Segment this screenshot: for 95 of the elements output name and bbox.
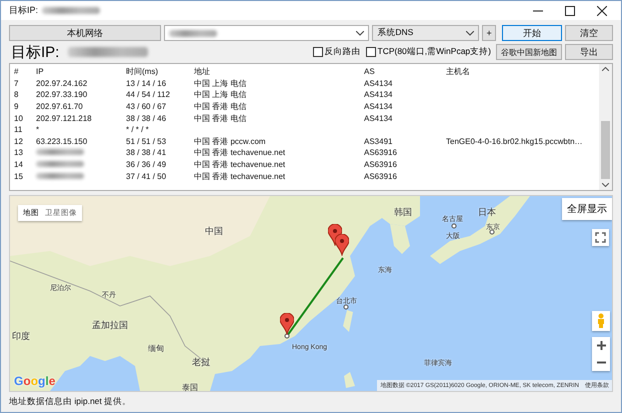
zoom-out-button[interactable] [592,354,610,371]
table-cell: AS4134 [364,102,392,112]
city-dot [344,304,348,310]
checkbox[interactable] [366,47,376,57]
table-cell-text: 202.97.33.190 [35,90,88,100]
scroll-up-icon[interactable] [602,67,609,71]
table-cell-text: 63.223.15.150 [35,136,88,146]
status-text: 地址数据信息由 ipip.net 提供。 [9,395,132,408]
city-dot [452,224,456,228]
window-title: 目标IP: [9,4,38,17]
map-place-label: 日本 [478,206,496,219]
map-place-label: 中国 [205,225,223,238]
map-place-label: 老挝 [192,356,210,369]
checkbox-label: 反向路由 [324,46,360,58]
table-cell: 中国 香港 techavenue.net [194,160,286,170]
city-dot [284,334,290,338]
table-cell-text: 43 / 60 / 67 [125,102,168,112]
table-cell-text: 44 / 54 / 112 [125,90,171,100]
table-cell: AS63916 [364,160,397,170]
table-cell: TenGE0-4-0-16.br02.hkg15.pccwbtn… [446,136,583,146]
map-place-label: 缅甸 [148,343,164,354]
checkbox[interactable] [312,47,322,57]
table-cell-text: 13 [13,148,24,158]
table-cell-text: 12 [13,136,24,146]
target-ip-label: 目标IP: [10,42,60,62]
caret-icon [466,30,474,36]
table-cell: 中国 香港 电信 [194,102,246,112]
table-cell-text: 11 [13,125,24,134]
city-dot [490,230,494,234]
table-cell: 中国 香港 电信 [194,114,246,123]
island-shape [344,372,355,388]
column-header[interactable]: 主机名 [444,66,599,78]
table-cell-text: 38 / 38 / 41 [125,148,168,158]
scroll-down-icon[interactable] [602,183,609,187]
table-cell-text: * [35,125,40,134]
table-cell: 中国 上海 电信 [194,78,246,88]
table-cell: AS3491 [364,136,392,146]
table-cell-text: 202.97.24.162 [35,78,88,88]
island-shape [343,310,353,332]
table-cell: AS4134 [364,90,392,100]
map-pin-icon [335,234,349,256]
column-header[interactable]: # [10,67,32,76]
map-button[interactable]: 谷歌中国新地图 [496,44,562,60]
table-cell: AS4134 [364,78,392,88]
table-cell-text: 8 [13,90,20,100]
redacted-text [42,7,100,14]
table-cell-text: * / * / * [125,125,150,134]
table-cell-text: 10 [13,114,24,123]
table-cell-text: 15 [13,172,24,181]
table-cell-text: 51 / 51 / 53 [125,136,168,146]
map-place-label: 孟加拉国 [92,319,128,332]
maximize-icon[interactable] [565,6,575,16]
map-place-label: 韩国 [394,206,412,219]
scrollbar[interactable] [599,64,612,190]
logo-text: Google [14,374,56,388]
caret-icon [356,30,364,36]
plus-icon [596,341,606,350]
table-cell: AS63916 [364,148,397,158]
column-header[interactable]: AS [360,67,444,76]
column-header[interactable]: 时间(ms) [122,66,190,78]
table-cell-text: 36 / 36 / 49 [125,160,168,170]
table-cell-text: 37 / 41 / 50 [125,172,168,181]
clear-button[interactable]: 清空 [565,25,613,41]
table-cell-text: 7 [13,78,20,88]
table-cell-text: 14 [13,160,24,170]
table-cell: AS4134 [364,114,392,123]
table-cell: 中国 上海 电信 [194,90,246,100]
add-button[interactable]: + [482,25,496,41]
close-icon[interactable] [597,6,607,16]
column-header[interactable]: 地址 [190,66,360,78]
export-button[interactable]: 导出 [565,44,613,60]
table-cell: 中国 香港 techavenue.net [194,172,286,181]
column-header[interactable]: IP [32,67,122,76]
peninsula-shape [390,224,410,254]
table-cell-text: 38 / 38 / 46 [125,114,168,123]
redacted-text [36,172,84,179]
fullscreen-button[interactable]: 全屏显示 [562,198,612,220]
table-cell-text: 13 / 14 / 16 [125,78,168,88]
zoom-in-button[interactable] [592,337,610,354]
table-cell: 中国 香港 pccw.com [194,136,266,146]
start-button[interactable]: 开始 [502,25,562,41]
redacted-text [36,161,84,168]
dns-combo[interactable]: 系统DNS [372,25,480,41]
fullscreen-icon[interactable] [592,229,609,246]
checkbox-label: TCP(80端口,需WinPcap支持) [378,46,491,58]
table-cell: AS63916 [364,172,397,181]
table-cell-text: 9 [13,102,20,112]
local-network-button[interactable]: 本机网络 [9,25,161,41]
table-cell: 中国 香港 techavenue.net [194,148,286,158]
map-place-label: 印度 [12,330,30,343]
table-cell-text: 202.97.121.218 [35,114,93,123]
map-pin-icon [280,313,294,335]
table-cell-text: 202.97.61.70 [35,102,84,112]
redacted-text [36,149,84,156]
map-place-label: 泰国 [182,382,198,391]
